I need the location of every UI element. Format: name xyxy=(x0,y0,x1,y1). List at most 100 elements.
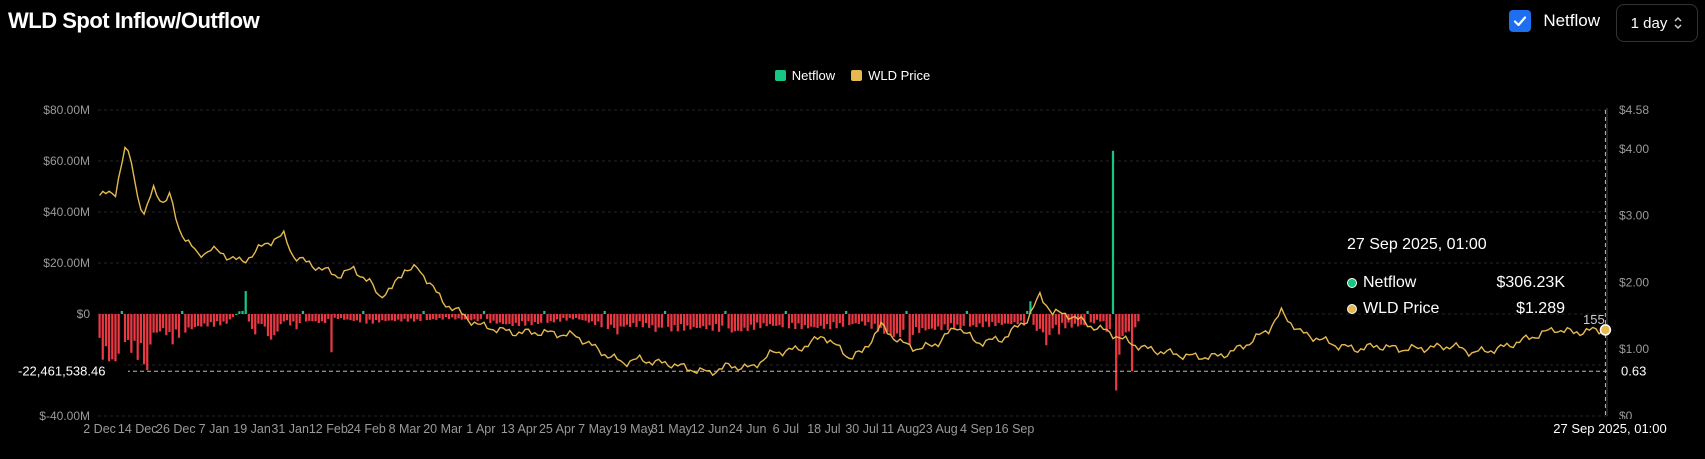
netflow-bar xyxy=(930,314,934,329)
netflow-bar xyxy=(301,310,305,314)
netflow-bar xyxy=(365,314,368,324)
netflow-bar xyxy=(994,314,997,326)
netflow-bar xyxy=(860,314,864,322)
netflow-bar xyxy=(562,314,565,318)
netflow-bar xyxy=(508,314,511,324)
netflow-bar xyxy=(791,314,794,323)
netflow-bar xyxy=(1003,314,1007,324)
netflow-bar xyxy=(489,314,492,324)
netflow-bar xyxy=(228,314,231,320)
netflow-bar xyxy=(835,314,838,329)
tooltip-title: 27 Sep 2025, 01:00 xyxy=(1347,236,1487,253)
netflow-bar xyxy=(737,314,740,331)
netflow-bar xyxy=(352,314,355,321)
crosshair-left-label: -22,461,538.46 xyxy=(18,363,105,378)
netflow-bar xyxy=(317,314,320,324)
netflow-bar xyxy=(196,314,200,327)
y-right-tick-label: $3.00 xyxy=(1619,209,1649,223)
price-marker xyxy=(1599,324,1612,336)
netflow-bar xyxy=(457,314,460,319)
netflow-bar xyxy=(975,314,978,328)
netflow-bar xyxy=(333,314,336,318)
netflow-bar xyxy=(1096,314,1099,320)
netflow-bar xyxy=(978,314,981,324)
netflow-bar xyxy=(117,314,120,354)
netflow-bar xyxy=(104,314,108,347)
netflow-bar xyxy=(231,314,235,318)
x-tick-label: 30 Jul xyxy=(845,422,878,436)
netflow-bar xyxy=(362,310,365,314)
netflow-bar xyxy=(648,314,651,328)
netflow-bar xyxy=(848,314,851,326)
netflow-bar xyxy=(632,314,635,323)
x-tick-label: 31 Jan xyxy=(271,422,309,436)
netflow-bar xyxy=(838,314,841,324)
netflow-bar xyxy=(1007,314,1010,324)
netflow-bar xyxy=(1115,314,1118,391)
netflow-bar xyxy=(1118,314,1121,355)
netflow-bar xyxy=(654,314,657,332)
netflow-bar xyxy=(416,314,419,320)
netflow-bar xyxy=(663,310,667,314)
netflow-bar xyxy=(123,314,127,343)
netflow-bar xyxy=(235,314,238,315)
netflow-bar xyxy=(686,314,689,326)
netflow-bar xyxy=(689,314,692,330)
netflow-bar xyxy=(724,310,727,314)
y-left-tick-label: $40.00M xyxy=(43,205,90,219)
netflow-bar xyxy=(578,314,581,320)
x-tick-label: 12 Feb xyxy=(309,422,348,436)
netflow-bar xyxy=(1035,314,1038,331)
netflow-bar xyxy=(422,310,425,314)
x-tick-label: 4 Sep xyxy=(960,422,993,436)
netflow-bar xyxy=(832,314,835,323)
tooltip-value: $1.289 xyxy=(1516,300,1565,317)
netflow-bar xyxy=(549,314,552,322)
netflow-bar xyxy=(886,314,889,333)
netflow-bar xyxy=(266,314,270,337)
netflow-bar xyxy=(193,314,197,328)
netflow-bar xyxy=(498,314,501,323)
netflow-bar xyxy=(625,314,629,325)
netflow-bar xyxy=(390,314,393,321)
netflow-bar xyxy=(921,314,924,329)
chart-canvas[interactable]: $80.00M $60.00M $40.00M $20.00M $0 $-40.00M $4… xyxy=(0,0,1705,459)
x-tick-label: 18 Jul xyxy=(807,422,840,436)
netflow-bar xyxy=(425,314,428,321)
netflow-bar xyxy=(190,314,193,330)
netflow-bar xyxy=(555,314,559,320)
netflow-bar xyxy=(171,314,174,345)
netflow-bar xyxy=(743,314,746,328)
netflow-bar xyxy=(289,314,292,326)
netflow-bar xyxy=(346,314,349,320)
netflow-bar xyxy=(927,314,930,329)
netflow-bar xyxy=(120,310,123,314)
netflow-bar xyxy=(746,314,749,331)
netflow-bar xyxy=(692,314,695,327)
netflow-bar xyxy=(1073,314,1076,324)
netflow-bar xyxy=(447,314,451,320)
netflow-bar xyxy=(222,314,225,322)
crosshair-bottom-label: 27 Sep 2025, 01:00 xyxy=(1553,421,1667,436)
netflow-bar xyxy=(867,314,870,323)
netflow-bar xyxy=(759,314,762,329)
netflow-bar xyxy=(527,314,530,322)
x-tick-label: 14 Dec xyxy=(118,422,158,436)
netflow-bar xyxy=(130,314,133,353)
x-tick-label: 23 Aug xyxy=(919,422,958,436)
netflow-bar xyxy=(771,314,775,326)
netflow-bar xyxy=(381,314,384,321)
x-tick-label: 1 Apr xyxy=(466,422,495,436)
netflow-bar xyxy=(314,314,317,322)
netflow-bar xyxy=(343,314,346,320)
netflow-bar xyxy=(295,314,298,330)
netflow-bar xyxy=(470,314,473,321)
netflow-bar xyxy=(158,314,162,332)
netflow-bar xyxy=(495,314,498,324)
netflow-bar xyxy=(683,314,686,331)
netflow-bar xyxy=(629,314,632,328)
netflow-bar xyxy=(152,314,155,333)
netflow-bar xyxy=(806,314,810,329)
netflow-bar xyxy=(803,314,806,326)
x-tick-label: 20 Mar xyxy=(423,422,462,436)
